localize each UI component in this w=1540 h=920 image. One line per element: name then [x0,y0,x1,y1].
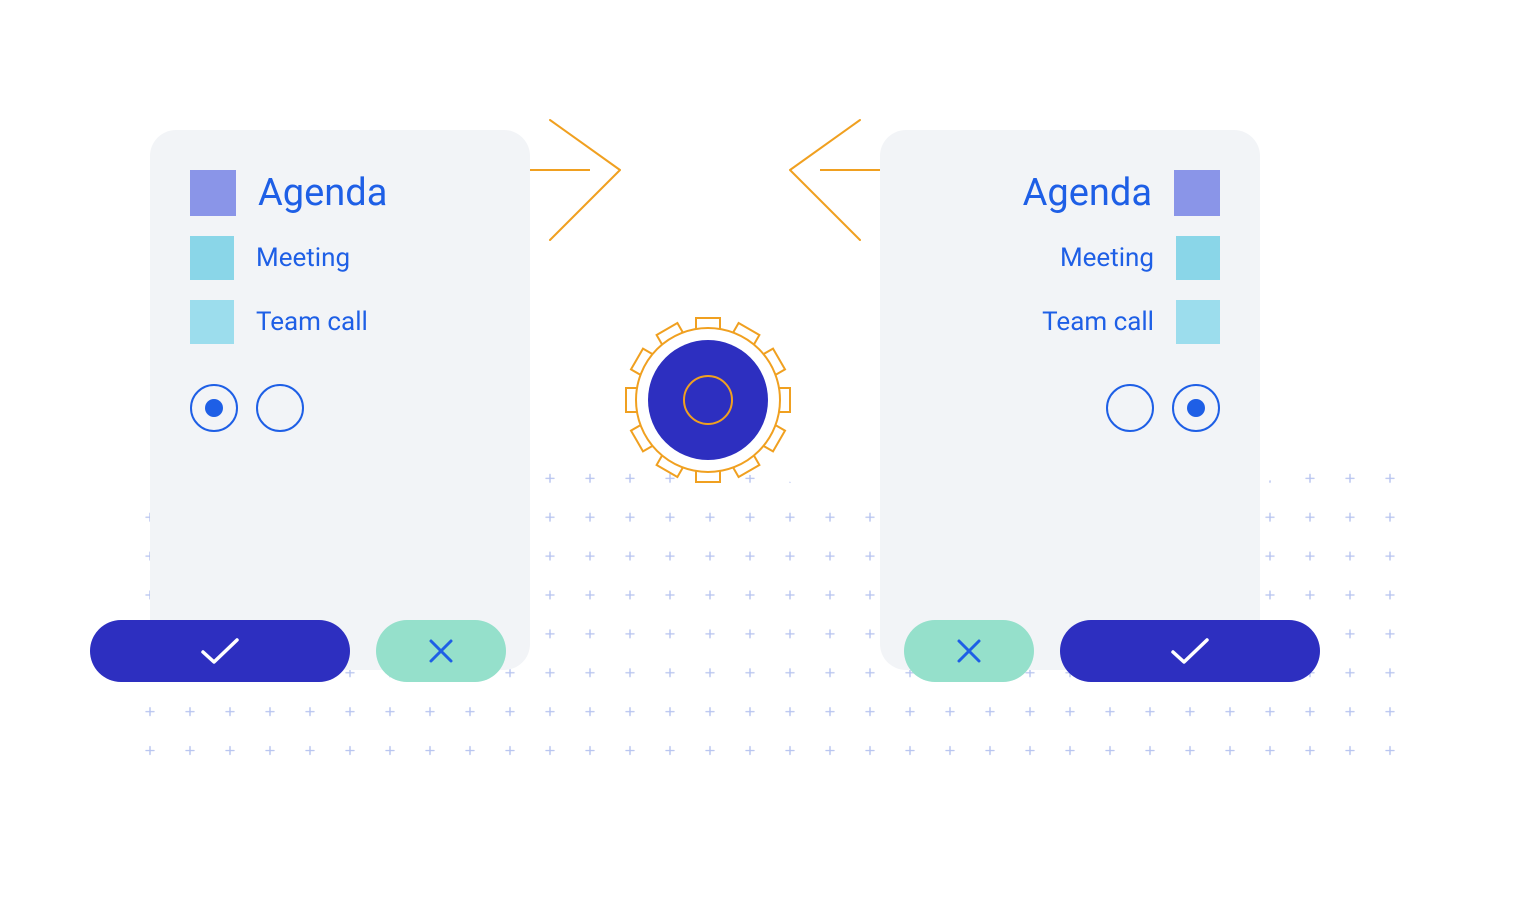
radio-option-2[interactable] [256,384,304,432]
right-card-title-row: Agenda [920,170,1220,216]
right-card-title: Agenda [1023,171,1152,215]
left-card-title: Agenda [258,171,387,215]
close-icon [954,636,984,666]
right-card-item-label: Meeting [1060,243,1154,273]
gear-icon [618,310,798,490]
left-card-actions [90,620,506,682]
left-card-item-row: Team call [190,300,490,344]
left-card-radio-group [190,384,490,432]
square-bullet-icon [190,236,234,280]
square-bullet-icon [1176,236,1220,280]
right-card-item-row: Team call [920,300,1220,344]
cancel-button[interactable] [376,620,506,682]
check-icon [1167,634,1213,668]
left-card-title-row: Agenda [190,170,490,216]
square-bullet-icon [190,300,234,344]
radio-option-1[interactable] [1172,384,1220,432]
left-card-item-row: Meeting [190,236,490,280]
left-card-item-label: Team call [256,307,368,337]
right-card: Agenda Meeting Team call [880,130,1260,670]
confirm-button[interactable] [90,620,350,682]
square-bullet-icon [1174,170,1220,216]
diagram-stage: Agenda Meeting Team call [0,0,1540,920]
close-icon [426,636,456,666]
radio-option-2[interactable] [1106,384,1154,432]
right-card-item-row: Meeting [920,236,1220,280]
radio-option-1[interactable] [190,384,238,432]
left-card-item-label: Meeting [256,243,350,273]
left-card: Agenda Meeting Team call [150,130,530,670]
right-card-item-label: Team call [1042,307,1154,337]
square-bullet-icon [190,170,236,216]
right-card-radio-group [920,384,1220,432]
cancel-button[interactable] [904,620,1034,682]
confirm-button[interactable] [1060,620,1320,682]
right-card-actions [904,620,1320,682]
square-bullet-icon [1176,300,1220,344]
check-icon [197,634,243,668]
